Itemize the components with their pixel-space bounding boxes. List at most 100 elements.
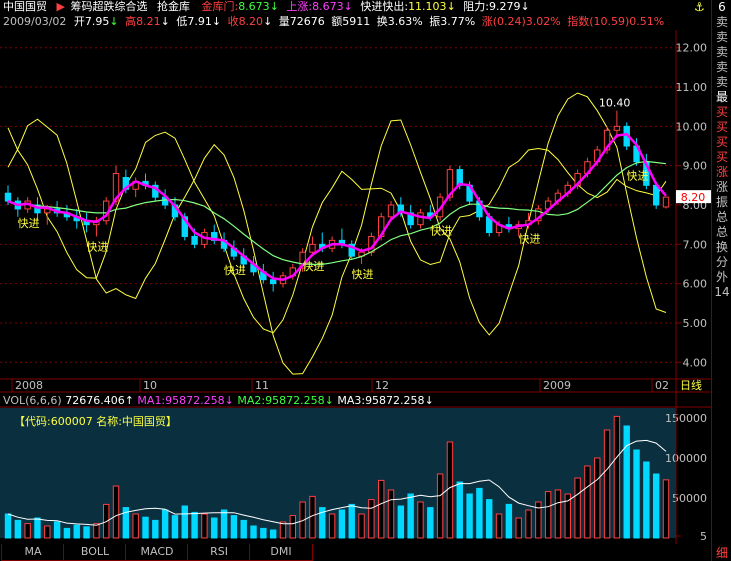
current-price-text: 8.20 xyxy=(681,191,706,204)
ma2-label: MA2: xyxy=(237,394,266,407)
candle-body xyxy=(309,243,316,253)
volume-bar xyxy=(220,509,228,539)
kuaijin-label: 快进 xyxy=(302,260,324,273)
price-tick-label: 4.00 xyxy=(683,356,708,369)
kuaijin-label: 快进 xyxy=(86,240,108,253)
stock-name[interactable]: 中国国贸 xyxy=(3,0,47,13)
volume-bar xyxy=(505,503,513,539)
price-tick-label: 5.00 xyxy=(683,317,708,330)
period-label[interactable]: 日线 xyxy=(680,378,702,392)
price-tick-label: 9.00 xyxy=(683,160,708,173)
tab-ma[interactable]: MA xyxy=(1,544,65,561)
kuaijin-label: 快进 xyxy=(627,170,649,183)
right-quote-panel: 6 卖卖卖卖卖最买买买买涨涨振总总换分外 14 细 xyxy=(711,0,731,561)
volume-bar xyxy=(289,515,297,539)
volume-tick-label: 100000 xyxy=(665,452,707,465)
ma2-value: 95872.258 xyxy=(265,394,325,407)
tab-rsi[interactable]: RSI xyxy=(187,544,251,561)
arrow-down-icon: ↓ xyxy=(324,394,334,407)
kuaijin-label: 快进 xyxy=(224,264,246,277)
vol-value: 72676.406 xyxy=(65,394,125,407)
volume-bar xyxy=(358,513,365,539)
volume-bar xyxy=(436,473,444,539)
volume-bar xyxy=(34,517,41,539)
volume-bar xyxy=(594,457,601,539)
volume-bar xyxy=(397,505,405,539)
volume-bar xyxy=(142,516,149,539)
formula-name-2[interactable]: 抢金库 xyxy=(157,0,190,13)
volume-bar xyxy=(456,481,463,539)
volume-bar xyxy=(377,479,385,539)
volume-bar xyxy=(427,507,434,539)
low-value: 7.91 xyxy=(187,15,212,28)
shangzhang-value: 8.673 xyxy=(312,0,344,13)
price-tick-label: 12.00 xyxy=(676,42,708,55)
volume-bar xyxy=(191,511,198,539)
kuaijin-label: 快进 xyxy=(352,268,374,281)
change-label: 涨 xyxy=(481,15,493,28)
right-panel-item: 买 xyxy=(715,150,728,164)
volume-bar xyxy=(613,415,621,539)
kline-chart[interactable]: 4.005.006.007.008.009.0010.0011.0012.00 … xyxy=(0,30,711,544)
volume-bar xyxy=(525,509,532,539)
triangle-icon: ▶ xyxy=(56,0,65,13)
right-panel-item: 涨 xyxy=(715,180,728,194)
volume-bar xyxy=(495,513,503,539)
amplitude-value: 3.77% xyxy=(440,15,476,28)
volume-bar xyxy=(544,491,552,539)
turnover-value: 3.63% xyxy=(387,15,423,28)
candle-body xyxy=(4,192,12,202)
date-tick-label: 10 xyxy=(143,379,157,392)
volume-bar xyxy=(348,503,355,539)
right-panel-item: 买 xyxy=(715,105,728,119)
volume-bar xyxy=(466,493,473,539)
kuaijin-value: 11.103 xyxy=(408,0,447,13)
volume-bar xyxy=(260,527,267,539)
volume-bar xyxy=(643,461,650,539)
volume-bar xyxy=(53,521,61,539)
anchor-icon[interactable]: ⚓ xyxy=(694,0,708,15)
formula-name[interactable]: 筹码超跌综合选 xyxy=(70,0,147,13)
shangzhang-label: 上涨: xyxy=(286,0,313,13)
amplitude-label: 振 xyxy=(429,15,441,28)
volume-bar xyxy=(623,425,630,539)
candle-body xyxy=(662,196,670,208)
volume-bar xyxy=(279,521,287,539)
ma1-label: MA1: xyxy=(137,394,166,407)
volume-bar xyxy=(476,487,483,539)
candle-body xyxy=(613,125,621,131)
price-tick-label: 10.00 xyxy=(676,120,708,133)
volume-bar xyxy=(201,513,208,539)
kuaijin-label: 快进快出: xyxy=(360,0,409,13)
tab-dmi[interactable]: DMI xyxy=(249,544,313,561)
candle-body xyxy=(652,184,660,206)
volume-bar xyxy=(14,519,22,539)
arrow-down-icon: ↓ xyxy=(160,15,170,28)
candle-body xyxy=(191,235,198,245)
volume-header: VOL(6,6,6) 72676.406↑ MA1:95872.258↓ MA2… xyxy=(3,394,434,408)
right-panel-item: 换 xyxy=(715,240,728,254)
ohlc-info-bar: 2009/03/02 开7.95↓ 高8.21↓ 低7.91↓ 收8.20↓ 量… xyxy=(0,15,705,30)
current-price-tag: 8.20 xyxy=(676,190,711,204)
arrow-down-icon: ↓ xyxy=(211,15,222,28)
right-panel-item: 总 xyxy=(715,225,728,239)
volume-bar xyxy=(211,517,218,539)
date-tick-label: 2009 xyxy=(543,379,571,392)
jinkumen-label: 金库门: xyxy=(201,0,239,13)
jinkumen-value: 8.673 xyxy=(238,0,270,13)
right-panel-item: 买 xyxy=(715,120,728,134)
tab-boll[interactable]: BOLL xyxy=(63,544,127,561)
high-value: 8.21 xyxy=(136,15,161,28)
volume-bar xyxy=(132,513,139,539)
volume-bar xyxy=(328,513,336,539)
open-label: 开 xyxy=(73,15,85,28)
arrow-down-icon: ↓ xyxy=(224,394,234,407)
candle-body xyxy=(269,279,277,285)
open-value: 7.95 xyxy=(84,15,110,28)
ma3-label: MA3: xyxy=(337,394,366,407)
peak-price-label: 10.40 xyxy=(599,97,631,110)
volume-bar xyxy=(633,449,640,539)
price-tick-label: 6.00 xyxy=(683,278,708,291)
candle-body xyxy=(417,212,424,226)
tab-macd[interactable]: MACD xyxy=(125,544,189,561)
